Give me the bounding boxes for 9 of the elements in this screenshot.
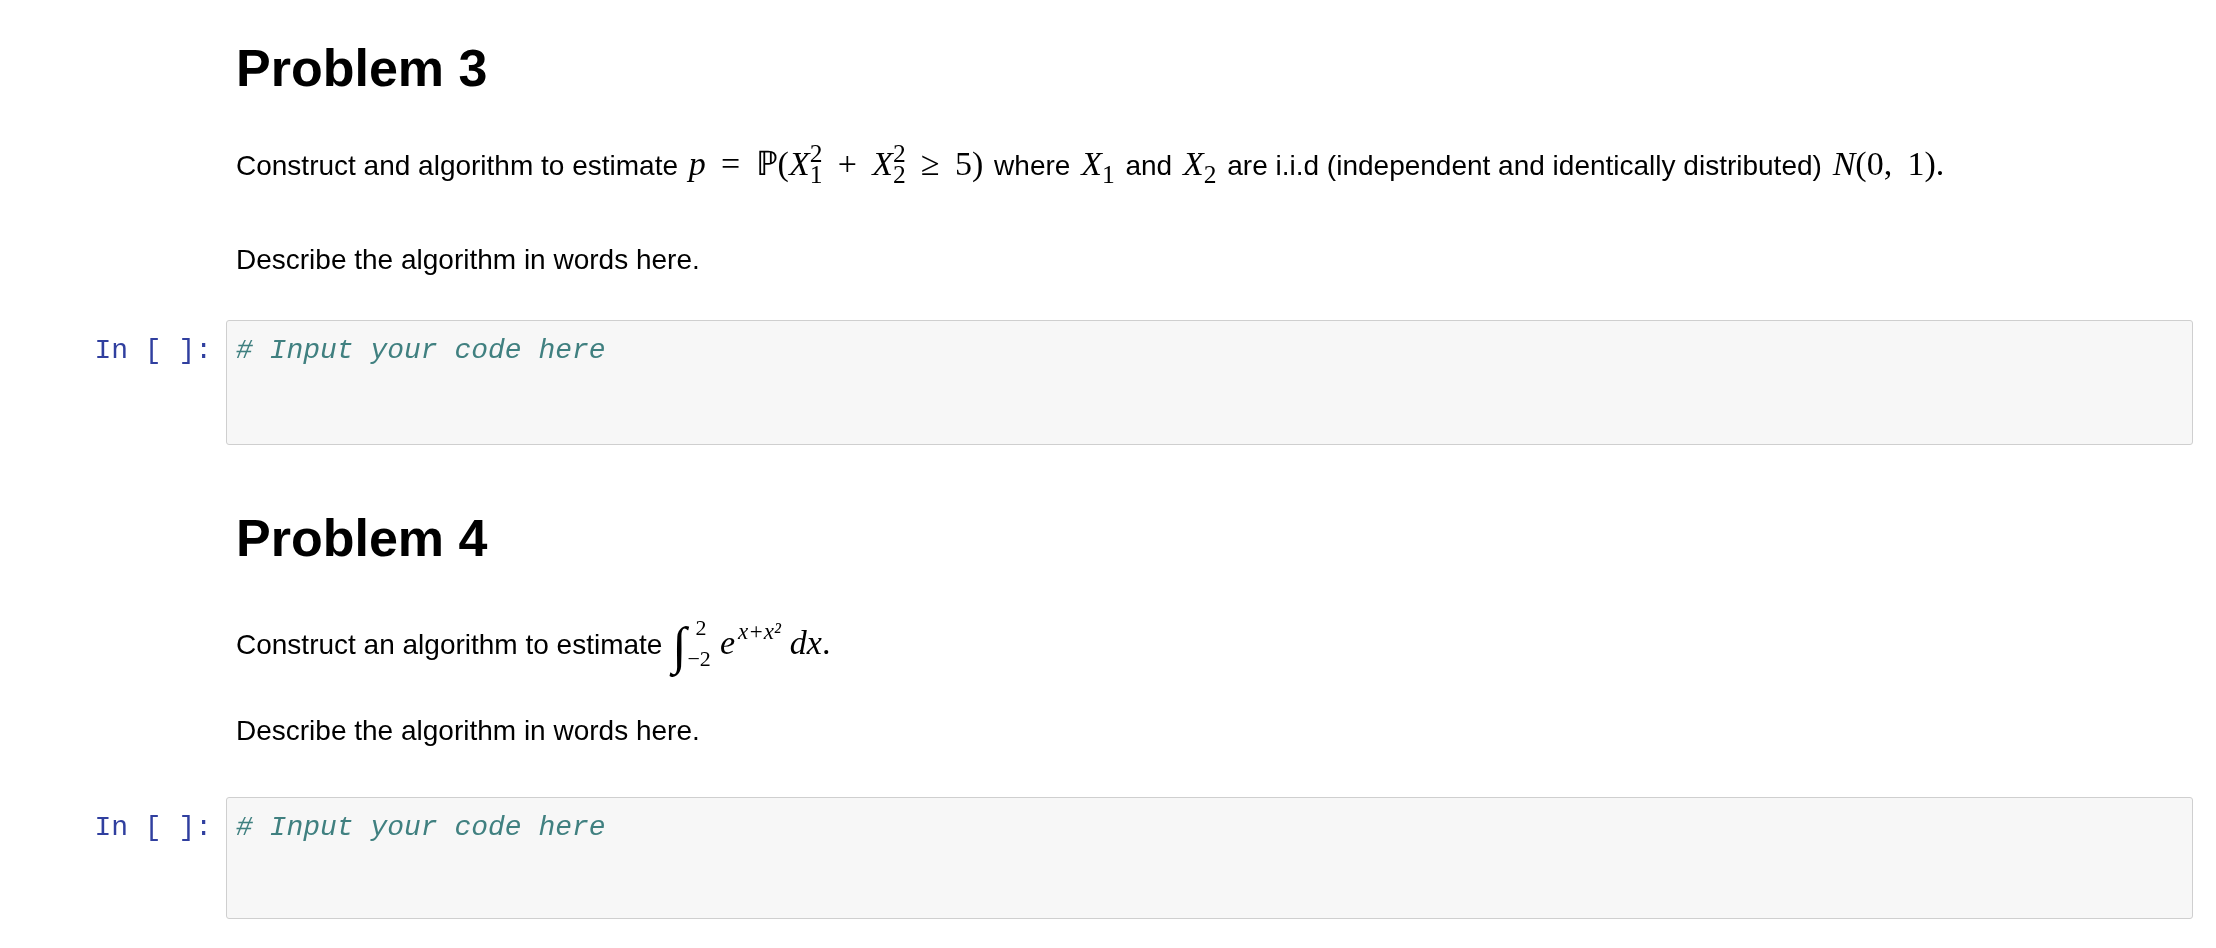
instruction-text: Describe the algorithm in words here. [236,713,700,748]
cell-prompt: In [ ]: [94,334,212,368]
cell-prompt: In [ ]: [94,810,212,845]
problem-heading: Problem 3 [236,38,488,99]
code-editor[interactable]: # Input your code here [226,320,2193,445]
problem-statement: Construct and algorithm to estimate p = ℙ(X$_{1}$$^{2}$ + X$_{2}$$^{2}$ ≥ 5) where X$_{1}$ and X$_{2}$ are i.i.d (independent and identically distributed) N(0, 1). [236,144,1946,186]
problem-heading: Problem 4 [236,508,488,569]
instruction-text: Describe the algorithm in words here. [236,243,700,277]
code-editor[interactable]: # Input your code here [226,796,2193,919]
